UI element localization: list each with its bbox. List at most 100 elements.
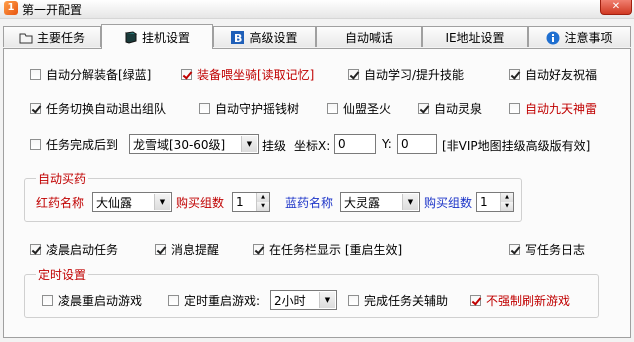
checkbox-label: 写任务日志: [525, 242, 586, 257]
tab-label: 注意事项: [564, 30, 613, 45]
red-potion-name-label: 红药名称: [36, 196, 85, 210]
checkbox-message-alert[interactable]: 消息提醒: [155, 241, 219, 257]
checkbox-box[interactable]: [30, 68, 41, 80]
chevron-down-icon[interactable]: ▼: [154, 194, 170, 210]
tab-hang-settings[interactable]: 挂机设置: [101, 24, 213, 49]
checkbox-divine-thunder[interactable]: 自动九天神雷: [509, 100, 597, 116]
title-bar: [0, 0, 634, 19]
checkbox-box[interactable]: [509, 102, 520, 114]
svg-text:B: B: [234, 32, 242, 44]
hang-label: 挂级: [262, 139, 287, 153]
checkbox-label: 凌晨启动任务: [46, 242, 119, 257]
checkbox-box[interactable]: [155, 243, 166, 255]
tab-notes[interactable]: 注意事项: [528, 26, 631, 47]
map-select[interactable]: 龙雪域[30-60级] ▼: [129, 134, 259, 154]
red-quantity-label: 购买组数: [176, 196, 225, 210]
blue-quantity-stepper[interactable]: 1 ▲ ▼: [476, 192, 514, 212]
checkbox-friend-blessing[interactable]: 自动好友祝福: [509, 66, 597, 82]
checkbox-show-taskbar[interactable]: 在任务栏显示 [重启生效]: [253, 241, 402, 257]
blue-potion-select[interactable]: 大灵露 ▼: [340, 192, 420, 212]
checkbox-money-tree[interactable]: 自动守护摇钱树: [199, 100, 299, 116]
close-icon: ✕: [611, 1, 621, 12]
checkbox-label: 自动好友祝福: [525, 67, 598, 82]
checkbox-label: 不强制刷新游戏: [486, 293, 571, 308]
tab-auto-shout[interactable]: 自动喊话: [316, 26, 422, 47]
increment-icon[interactable]: ▲: [501, 193, 513, 202]
tab-ie-address[interactable]: IE地址设置: [422, 26, 528, 47]
checkbox-dawn-restart[interactable]: 凌晨重启动游戏: [42, 292, 142, 308]
checkbox-box[interactable]: [418, 102, 429, 114]
checkbox-label: 在任务栏显示 [重启生效]: [269, 242, 403, 257]
checkbox-box[interactable]: [327, 102, 338, 114]
folder-icon: [19, 31, 33, 44]
tab-label: 高级设置: [249, 30, 298, 45]
checkbox-label: 完成任务关辅助: [364, 293, 449, 308]
blue-potion-name-label: 蓝药名称: [285, 196, 334, 210]
chevron-down-icon[interactable]: ▼: [402, 194, 418, 210]
checkbox-exit-team[interactable]: 任务切换自动退出组队: [30, 100, 166, 116]
coord-y-input[interactable]: 0: [397, 134, 437, 154]
info-icon: [546, 31, 560, 44]
checkbox-box[interactable]: [509, 243, 520, 255]
settings-panel: 自动分解装备[绿蓝] 装备喂坐骑[读取记忆] 自动学习/提升技能 自动好友祝福 …: [3, 48, 631, 338]
tab-bar: 主要任务 挂机设置 B 高级设置 自动喊话 IE地址设置 注意事项: [3, 24, 631, 49]
checkbox-close-helper[interactable]: 完成任务关辅助: [348, 292, 448, 308]
checkbox-label: 消息提醒: [171, 242, 220, 257]
checkbox-auto-disassemble[interactable]: 自动分解装备[绿蓝]: [30, 66, 151, 82]
checkbox-sacred-fire[interactable]: 仙盟圣火: [327, 100, 391, 116]
window-title: 第一开配置: [22, 3, 83, 17]
checkbox-box[interactable]: [168, 294, 179, 306]
checkbox-timed-restart[interactable]: 定时重启游戏:: [168, 292, 260, 308]
checkbox-box[interactable]: [30, 138, 41, 150]
checkbox-box[interactable]: [253, 243, 264, 255]
checkbox-after-task[interactable]: 任务完成后到: [30, 136, 118, 152]
checkbox-box[interactable]: [199, 102, 210, 114]
tab-advanced-settings[interactable]: B 高级设置: [213, 26, 316, 47]
checkbox-label: 凌晨重启动游戏: [58, 293, 143, 308]
checkbox-box[interactable]: [181, 68, 192, 80]
decrement-icon[interactable]: ▼: [257, 202, 269, 211]
checkbox-no-force-refresh[interactable]: 不强制刷新游戏: [470, 292, 570, 308]
chevron-down-icon[interactable]: ▼: [241, 136, 257, 152]
red-potion-select[interactable]: 大仙露 ▼: [92, 192, 172, 212]
checkbox-box[interactable]: [470, 294, 481, 306]
tab-main-tasks[interactable]: 主要任务: [3, 26, 101, 47]
checkbox-label: 自动灵泉: [434, 101, 483, 116]
timer-legend: 定时设置: [36, 266, 89, 283]
decrement-icon[interactable]: ▼: [501, 202, 513, 211]
red-potion-value: 大仙露: [96, 195, 133, 210]
checkbox-box[interactable]: [348, 68, 359, 80]
checkbox-feed-mount[interactable]: 装备喂坐骑[读取记忆]: [181, 66, 314, 82]
tab-label: 挂机设置: [141, 30, 190, 45]
blue-quantity-label: 购买组数: [424, 196, 473, 210]
checkbox-box[interactable]: [42, 294, 53, 306]
checkbox-label: 任务完成后到: [46, 137, 119, 152]
increment-icon[interactable]: ▲: [257, 193, 269, 202]
red-quantity-value: 1: [236, 195, 244, 209]
checkbox-box[interactable]: [509, 68, 520, 80]
tab-label: 自动喊话: [344, 30, 393, 45]
checkbox-spirit-spring[interactable]: 自动灵泉: [418, 100, 482, 116]
blue-potion-value: 大灵露: [344, 195, 381, 210]
restart-interval-select[interactable]: 2小时 ▼: [270, 290, 337, 310]
red-quantity-stepper[interactable]: 1 ▲ ▼: [232, 192, 270, 212]
checkbox-label: 任务切换自动退出组队: [46, 101, 167, 116]
checkbox-box[interactable]: [30, 243, 41, 255]
checkbox-box[interactable]: [30, 102, 41, 114]
checkbox-task-log[interactable]: 写任务日志: [509, 241, 585, 257]
checkbox-auto-learn-skills[interactable]: 自动学习/提升技能: [348, 66, 464, 82]
coord-y-label: Y:: [382, 137, 392, 151]
checkbox-box[interactable]: [348, 294, 359, 306]
coord-x-label: 坐标X:: [294, 139, 331, 153]
checkbox-label: 定时重启游戏:: [184, 293, 261, 308]
vip-note: [非VIP地图挂级高级版有效]: [442, 139, 591, 153]
coord-x-input[interactable]: 0: [334, 134, 376, 154]
tab-label: IE地址设置: [445, 30, 505, 45]
checkbox-label: 自动九天神雷: [525, 101, 598, 116]
checkbox-dawn-start[interactable]: 凌晨启动任务: [30, 241, 118, 257]
chevron-down-icon[interactable]: ▼: [319, 292, 335, 308]
close-button[interactable]: ✕: [600, 0, 632, 15]
book-icon: [124, 30, 138, 44]
blue-quantity-value: 1: [480, 195, 488, 209]
buy-potion-legend: 自动买药: [36, 170, 89, 187]
